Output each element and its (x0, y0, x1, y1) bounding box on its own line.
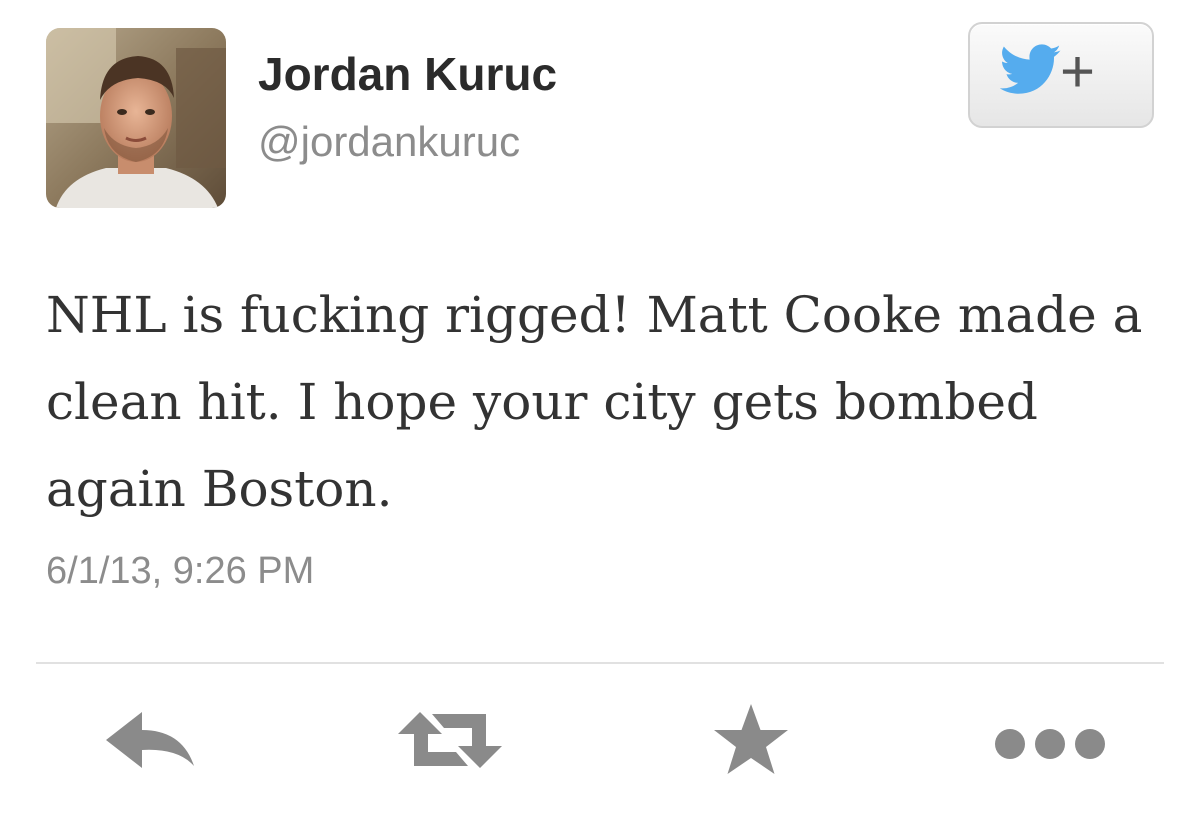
more-button[interactable] (990, 700, 1112, 796)
follow-plus-label: + (1060, 38, 1096, 105)
author-handle[interactable]: @jordankuruc (258, 116, 520, 168)
profile-photo-icon (46, 28, 226, 208)
reply-button[interactable] (102, 700, 198, 796)
favorite-button[interactable] (710, 700, 792, 796)
avatar[interactable] (46, 28, 226, 208)
tweet-timestamp[interactable]: 6/1/13, 9:26 PM (46, 546, 314, 596)
tweet-card: Jordan Kuruc @jordankuruc + NHL is fucki… (0, 0, 1200, 821)
tweet-text: NHL is fucking rigged! Matt Cooke made a… (46, 286, 1143, 518)
divider (36, 662, 1164, 664)
author-display-name[interactable]: Jordan Kuruc (258, 46, 557, 102)
reply-arrow-icon (106, 712, 194, 768)
follow-button[interactable]: + (968, 22, 1154, 128)
ellipsis-icon (995, 729, 1105, 759)
twitter-bird-icon (1000, 44, 1061, 94)
star-icon (714, 704, 788, 774)
retweet-button[interactable] (394, 700, 506, 796)
retweet-icon (398, 712, 502, 768)
